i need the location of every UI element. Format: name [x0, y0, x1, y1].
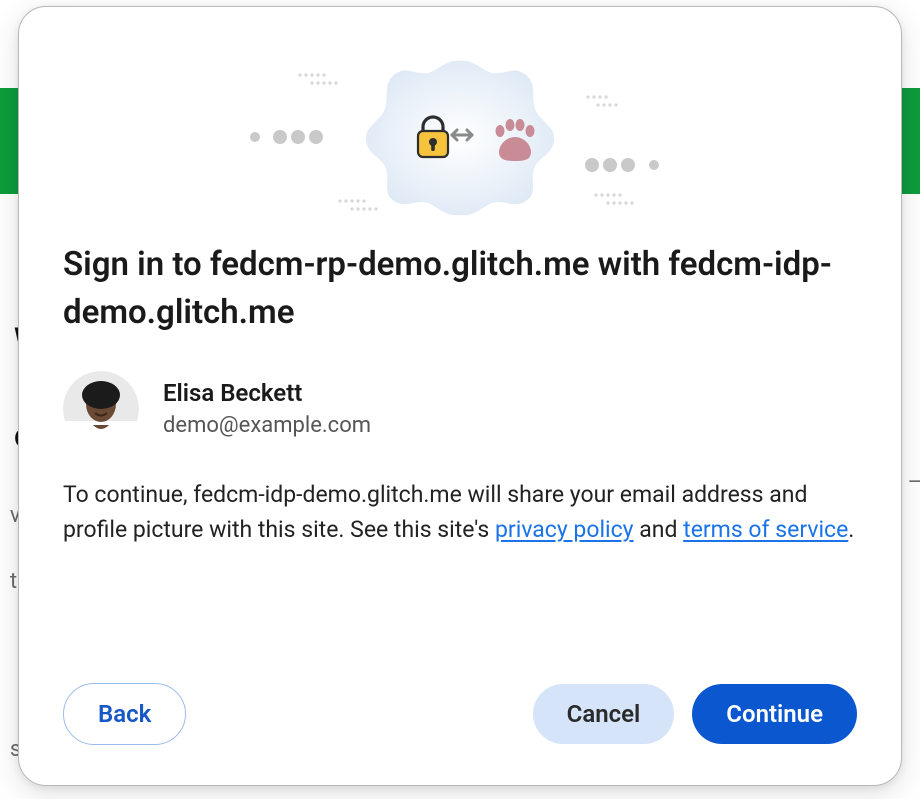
privacy-policy-link[interactable]: privacy policy — [495, 516, 634, 543]
button-row: Back Cancel Continue — [63, 653, 857, 745]
disclosure-post: . — [848, 516, 854, 543]
disclosure-text: To continue, fedcm-idp-demo.glitch.me wi… — [63, 477, 857, 548]
background-text-right: – — [908, 466, 920, 499]
right-buttons: Cancel Continue — [533, 684, 857, 744]
dialog-title: Sign in to fedcm-rp-demo.glitch.me with … — [63, 241, 857, 337]
terms-of-service-link[interactable]: terms of service — [683, 516, 848, 543]
continue-button[interactable]: Continue — [692, 684, 857, 744]
cancel-button[interactable]: Cancel — [533, 684, 675, 744]
account-info: Elisa Beckett demo@example.com — [163, 379, 371, 438]
back-button[interactable]: Back — [63, 683, 186, 745]
hero-svg — [200, 35, 720, 235]
account-row: Elisa Beckett demo@example.com — [63, 371, 857, 447]
hero-illustration — [63, 35, 857, 235]
account-name: Elisa Beckett — [163, 379, 371, 407]
sign-in-dialog: Sign in to fedcm-rp-demo.glitch.me with … — [18, 6, 902, 786]
disclosure-middle: and — [634, 516, 684, 543]
bg-mid-2: t — [10, 569, 17, 594]
account-email: demo@example.com — [163, 413, 371, 438]
avatar — [63, 371, 139, 447]
